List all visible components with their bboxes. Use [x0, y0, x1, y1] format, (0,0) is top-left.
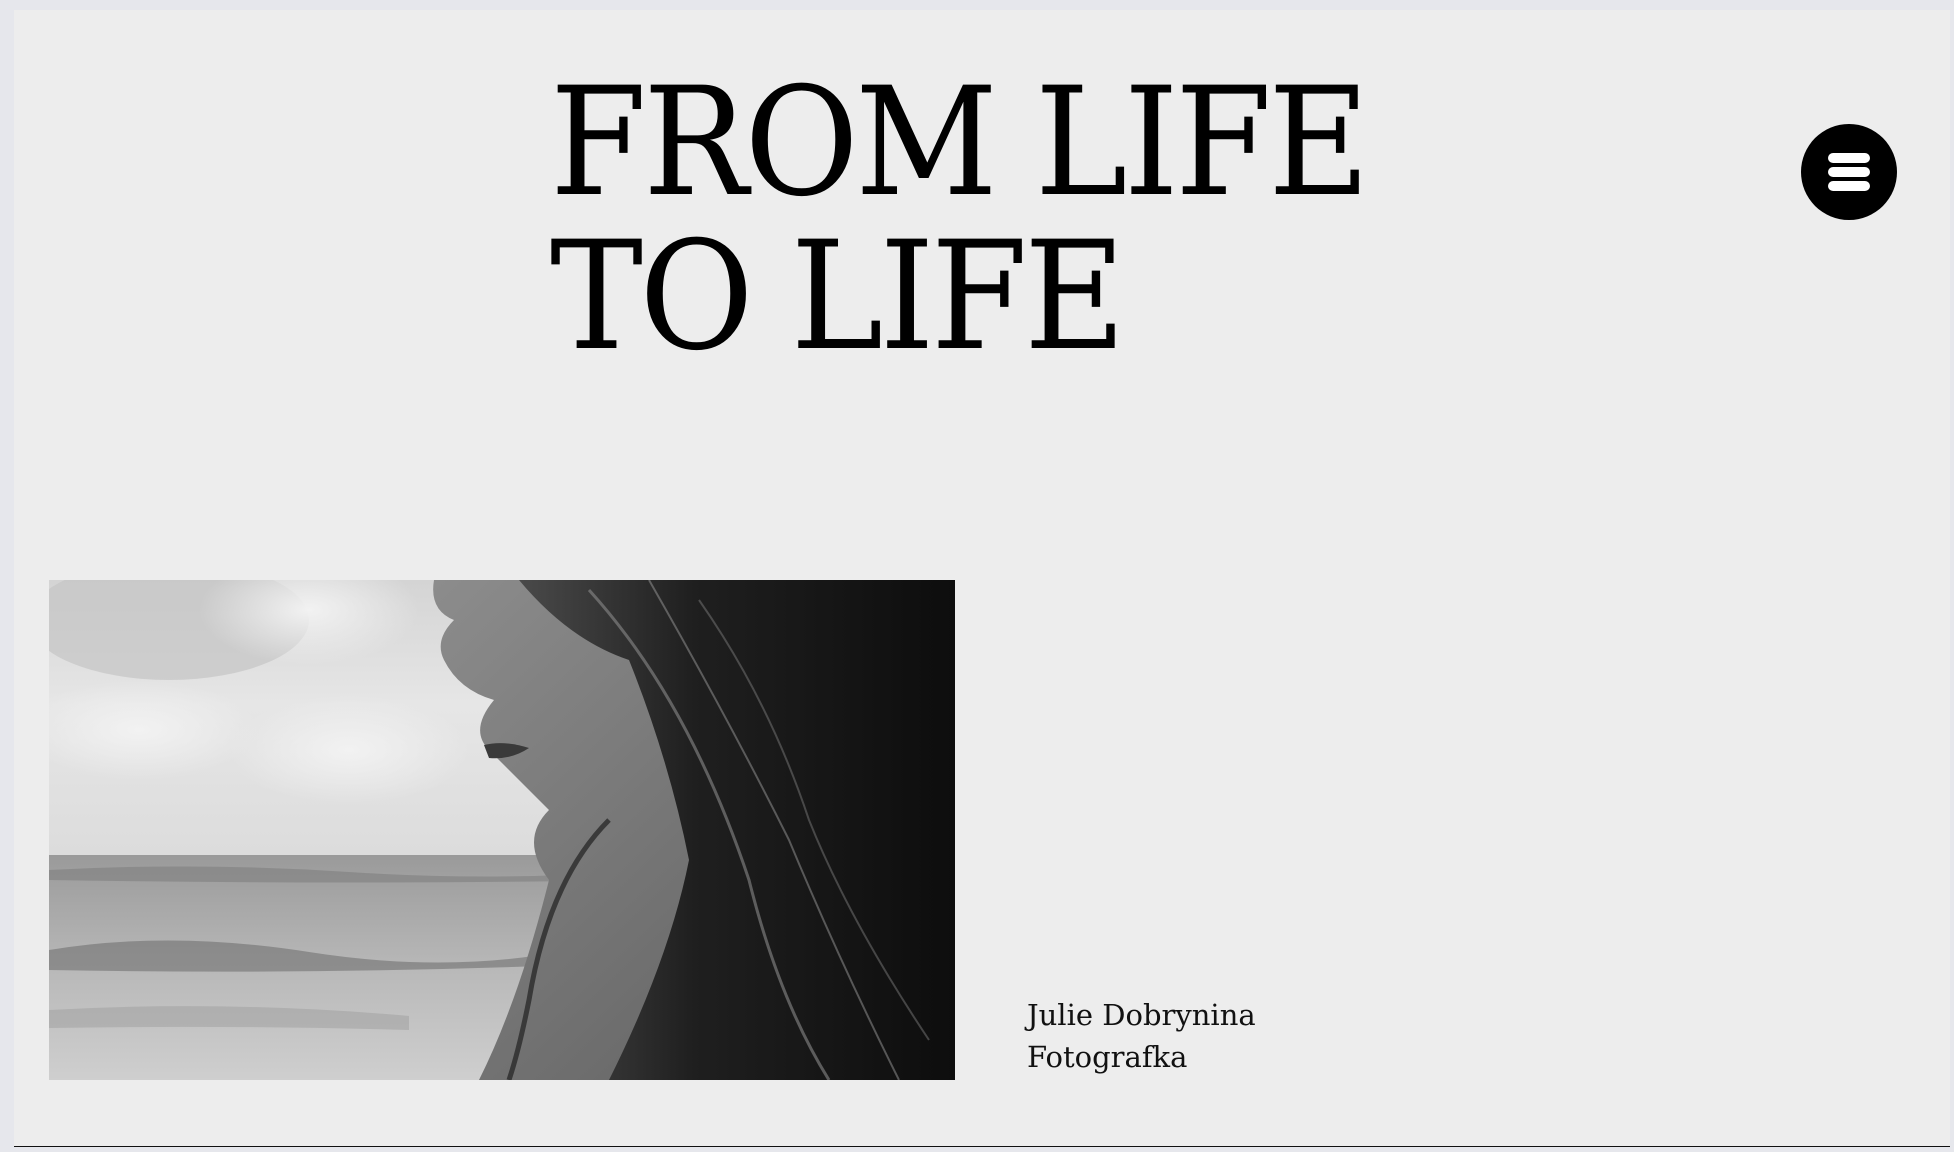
menu-icon-bar: [1828, 167, 1870, 177]
bottom-divider: [14, 1146, 1950, 1147]
photographer-name: Julie Dobrynina: [1027, 998, 1256, 1032]
portrait-photo: [49, 580, 955, 1080]
menu-icon-bar: [1828, 181, 1870, 191]
hero-title-line-1: FROM LIFE: [550, 56, 1370, 230]
page: FROM LIFE TO LIFE Julie Dobrynina Fotogr…: [14, 10, 1950, 1147]
hamburger-menu-icon: [1828, 151, 1870, 193]
portrait-photo-image: [49, 580, 955, 1080]
menu-icon-bar: [1828, 153, 1870, 163]
photographer-role: Fotografka: [1027, 1040, 1188, 1074]
menu-button[interactable]: [1801, 124, 1897, 220]
photographer-caption: Julie Dobrynina Fotografka: [1027, 994, 1256, 1078]
hero-title-line-2: TO LIFE: [550, 210, 1126, 384]
hero-title: FROM LIFE TO LIFE: [550, 56, 1370, 384]
